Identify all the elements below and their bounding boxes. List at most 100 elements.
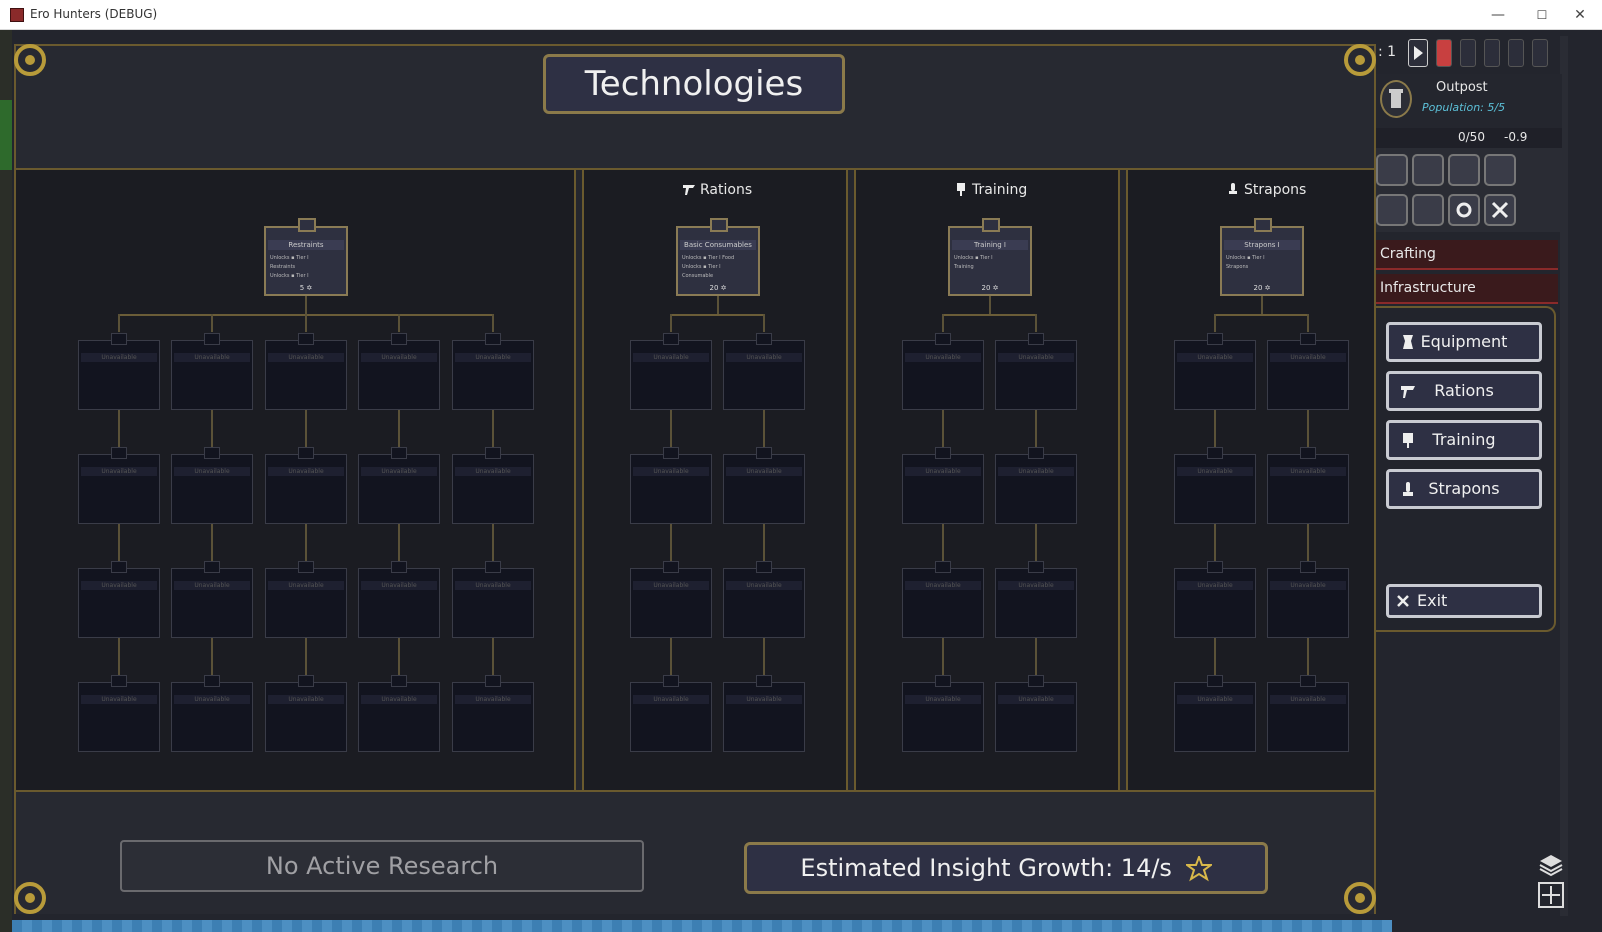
tech-node-locked[interactable]: Unavailable <box>995 333 1077 410</box>
lock-icon <box>204 447 220 459</box>
tech-node-title: Unavailable <box>174 467 250 476</box>
move-icon[interactable] <box>1538 882 1564 908</box>
tech-node-locked[interactable]: Unavailable <box>265 675 347 752</box>
tech-node-locked[interactable]: Unavailable <box>995 561 1077 638</box>
tree-connector <box>763 314 765 332</box>
building-icon-1[interactable] <box>1376 154 1408 186</box>
tech-node-locked[interactable]: Unavailable <box>630 561 712 638</box>
tech-node-locked[interactable]: Unavailable <box>78 561 160 638</box>
tech-node-locked[interactable]: Unavailable <box>265 561 347 638</box>
tech-node-title: Unavailable <box>633 467 709 476</box>
tech-node-locked[interactable]: Unavailable <box>902 447 984 524</box>
tech-node-locked[interactable]: Unavailable <box>358 675 440 752</box>
tech-node-root[interactable]: Basic Consumables Unlocks ▪ Tier I Food Un… <box>676 218 760 296</box>
tech-node-locked[interactable]: Unavailable <box>1174 333 1256 410</box>
lock-icon <box>935 333 951 345</box>
tech-node-title: Unavailable <box>726 581 802 590</box>
tech-node-locked[interactable]: Unavailable <box>902 561 984 638</box>
outpost-badge-icon <box>1380 80 1412 118</box>
equipment-icon <box>1403 335 1413 349</box>
tech-node-title: Unavailable <box>905 467 981 476</box>
building-icon-2[interactable] <box>1412 154 1444 186</box>
tech-node-locked[interactable]: Unavailable <box>452 675 534 752</box>
equipment-button[interactable]: Equipment <box>1386 322 1542 362</box>
tech-node-locked[interactable]: Unavailable <box>1267 447 1349 524</box>
tech-node-title: Unavailable <box>1270 581 1346 590</box>
building-icons <box>1374 148 1562 232</box>
settings-gear-icon[interactable] <box>1448 194 1480 226</box>
speed-level-4[interactable] <box>1508 39 1524 67</box>
world-map-edge <box>0 30 12 932</box>
panel-header: Technologies <box>16 46 1374 170</box>
tech-node-locked[interactable]: Unavailable <box>171 333 253 410</box>
tech-node-locked[interactable]: Unavailable <box>358 447 440 524</box>
rations-button[interactable]: Rations <box>1386 371 1542 411</box>
tech-node-locked[interactable]: Unavailable <box>995 675 1077 752</box>
close-icon[interactable] <box>1484 194 1516 226</box>
tech-node-locked[interactable]: Unavailable <box>171 447 253 524</box>
speed-level-5[interactable] <box>1532 39 1548 67</box>
lock-icon <box>1028 333 1044 345</box>
tech-node-locked[interactable]: Unavailable <box>723 447 805 524</box>
tech-node-locked[interactable]: Unavailable <box>171 675 253 752</box>
tech-node-locked[interactable]: Unavailable <box>630 447 712 524</box>
tech-node-root[interactable]: Restraints Unlocks ▪ Tier I Restraints Unlo… <box>264 218 348 296</box>
lock-icon <box>111 561 127 573</box>
tech-node-locked[interactable]: Unavailable <box>1267 333 1349 410</box>
tech-node-locked[interactable]: Unavailable <box>1267 561 1349 638</box>
tech-node-root[interactable]: Training I Unlocks ▪ Tier I Training 20 ✡ <box>948 218 1032 296</box>
speed-level-2[interactable] <box>1460 39 1476 67</box>
tech-node-locked[interactable]: Unavailable <box>1174 447 1256 524</box>
building-icon-5[interactable] <box>1376 194 1408 226</box>
tree-connector <box>1035 314 1037 332</box>
building-icon-6[interactable] <box>1412 194 1444 226</box>
tech-node-locked[interactable]: Unavailable <box>630 333 712 410</box>
tech-node-locked[interactable]: Unavailable <box>995 447 1077 524</box>
tech-node-locked[interactable]: Unavailable <box>171 561 253 638</box>
tech-node-locked[interactable]: Unavailable <box>723 675 805 752</box>
tech-node-locked[interactable]: Unavailable <box>630 675 712 752</box>
tab-crafting[interactable]: Crafting <box>1374 240 1558 270</box>
tech-node-title: Unavailable <box>455 467 531 476</box>
tech-node-locked[interactable]: Unavailable <box>452 561 534 638</box>
tech-node-root[interactable]: Strapons I Unlocks ▪ Tier I Strapons 20 ✡ <box>1220 218 1304 296</box>
strapons-button[interactable]: Strapons <box>1386 469 1542 509</box>
close-window-button[interactable]: ✕ <box>1558 0 1602 30</box>
tech-node-locked[interactable]: Unavailable <box>723 333 805 410</box>
corner-ornament-icon <box>1344 44 1376 76</box>
tech-node-locked[interactable]: Unavailable <box>452 447 534 524</box>
tech-node-locked[interactable]: Unavailable <box>1174 675 1256 752</box>
lock-icon <box>1207 447 1223 459</box>
tab-infrastructure[interactable]: Infrastructure <box>1374 274 1558 304</box>
strapons-icon <box>1403 482 1413 496</box>
tech-node-locked[interactable]: Unavailable <box>1174 561 1256 638</box>
minimize-button[interactable]: — <box>1476 0 1520 30</box>
tech-node-title: Unavailable <box>81 353 157 362</box>
tech-node-locked[interactable]: Unavailable <box>358 333 440 410</box>
tech-node-locked[interactable]: Unavailable <box>902 333 984 410</box>
tech-node-locked[interactable]: Unavailable <box>265 333 347 410</box>
training-button[interactable]: Training <box>1386 420 1542 460</box>
play-button[interactable] <box>1408 39 1428 67</box>
building-icon-4[interactable] <box>1484 154 1516 186</box>
speed-level-1[interactable] <box>1436 39 1452 67</box>
lock-icon <box>204 675 220 687</box>
column-divider <box>1118 170 1128 790</box>
no-active-research: No Active Research <box>120 840 644 892</box>
page-title: Technologies <box>543 54 845 114</box>
layers-icon[interactable] <box>1538 852 1564 878</box>
tech-node-locked[interactable]: Unavailable <box>78 333 160 410</box>
tech-node-locked[interactable]: Unavailable <box>358 561 440 638</box>
tree-connector <box>1307 314 1309 332</box>
speed-level-3[interactable] <box>1484 39 1500 67</box>
tech-node-locked[interactable]: Unavailable <box>1267 675 1349 752</box>
tech-node-locked[interactable]: Unavailable <box>265 447 347 524</box>
exit-button[interactable]: Exit <box>1386 584 1542 618</box>
building-icon-3[interactable] <box>1448 154 1480 186</box>
tech-node-locked[interactable]: Unavailable <box>902 675 984 752</box>
tech-node-locked[interactable]: Unavailable <box>78 675 160 752</box>
tech-node-locked[interactable]: Unavailable <box>723 561 805 638</box>
tech-node-locked[interactable]: Unavailable <box>78 447 160 524</box>
tech-node-locked[interactable]: Unavailable <box>452 333 534 410</box>
tech-node-title: Unavailable <box>1177 581 1253 590</box>
